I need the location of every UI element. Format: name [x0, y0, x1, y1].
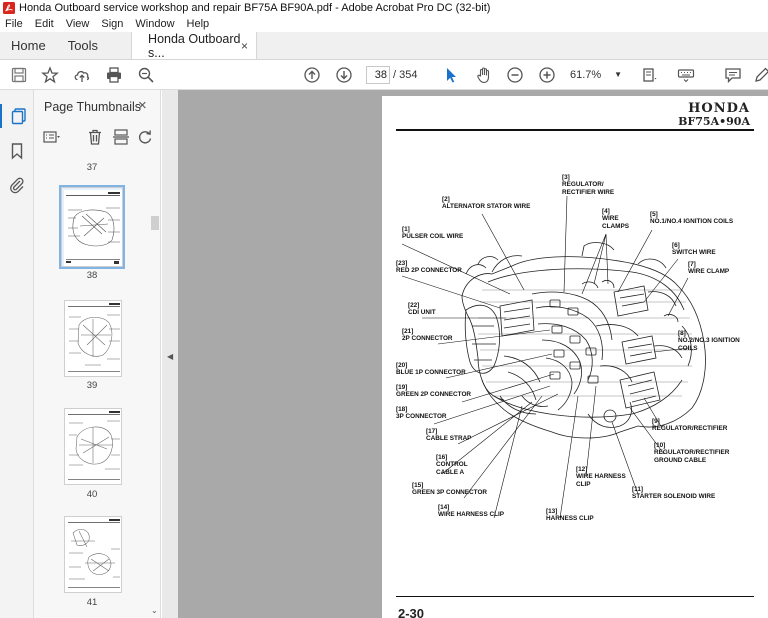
- insert-page-icon[interactable]: [112, 128, 130, 146]
- menu-bar: File Edit View Sign Window Help: [0, 16, 768, 32]
- scroll-down-icon[interactable]: ⌄: [151, 606, 158, 615]
- navigation-rail: [0, 90, 34, 618]
- select-cursor-icon[interactable]: [441, 65, 461, 85]
- callout-label: [13] HARNESS CLIP: [546, 508, 594, 523]
- callout-label: [12] WIRE HARNESS CLIP: [576, 466, 626, 488]
- callout-label: [10] REGULATOR/RECTIFIER GROUND CABLE: [654, 442, 730, 464]
- delete-page-icon[interactable]: [86, 128, 104, 146]
- menu-edit[interactable]: Edit: [29, 18, 60, 30]
- thumbnail-page-label: 40: [86, 489, 98, 500]
- tab-home[interactable]: Home: [0, 32, 57, 59]
- thumbnails-panel: Page Thumbnails × 37 38 39 40 41 ⌄: [34, 90, 161, 618]
- page-number-input[interactable]: 38: [366, 66, 390, 84]
- toolbar: 38 / 354 61.7% ▼: [0, 60, 768, 90]
- page-display-icon[interactable]: [640, 65, 660, 85]
- thumbnail-image: [64, 190, 122, 266]
- thumbnail-options-icon[interactable]: [42, 128, 60, 146]
- callout-label: [7] WIRE CLAMP: [688, 261, 730, 276]
- callout-label: [23] RED 2P CONNECTOR: [396, 260, 462, 275]
- print-icon[interactable]: [104, 65, 124, 85]
- page-thumbnails-icon: [11, 108, 26, 125]
- footer-rule: [396, 596, 754, 597]
- window-title: Honda Outboard service workshop and repa…: [19, 2, 491, 14]
- scrollbar-thumb[interactable]: [151, 216, 159, 230]
- callout-label: [17] CABLE STRAP: [426, 428, 472, 443]
- thumbnail-page-label: 41: [86, 597, 98, 608]
- thumbnail-page-label: 39: [86, 380, 98, 391]
- acrobat-logo-icon: [3, 2, 15, 14]
- thumbnail-page-38[interactable]: [59, 185, 125, 269]
- zoom-search-icon[interactable]: [136, 65, 156, 85]
- thumbnail-page-label: 37: [86, 162, 98, 173]
- callout-label: [3] REGULATOR/ RECTIFIER WIRE: [562, 174, 615, 196]
- panel-title: Page Thumbnails: [44, 100, 142, 114]
- callout-label: [22] CDI UNIT: [408, 302, 436, 317]
- callout-label: [19] GREEN 2P CONNECTOR: [396, 384, 472, 399]
- next-page-icon[interactable]: [334, 65, 354, 85]
- menu-window[interactable]: Window: [129, 18, 180, 30]
- menu-file[interactable]: File: [0, 18, 29, 30]
- previous-page-icon[interactable]: [302, 65, 322, 85]
- menu-sign[interactable]: Sign: [95, 18, 129, 30]
- attachments-rail-button[interactable]: [8, 176, 26, 194]
- thumbnail-image: [68, 519, 120, 588]
- title-bar: Honda Outboard service workshop and repa…: [0, 0, 768, 16]
- callout-label: [18] 3P CONNECTOR: [396, 406, 447, 421]
- callout-label: [8] NO.2/NO.3 IGNITION COILS: [678, 330, 740, 352]
- page-thumbnails-rail-button[interactable]: [0, 104, 34, 128]
- callout-label: [2] ALTERNATOR STATOR WIRE: [442, 196, 531, 211]
- zoom-level-select[interactable]: 61.7% ▼: [570, 66, 624, 84]
- bookmark-icon: [11, 143, 23, 160]
- bookmark-star-icon[interactable]: [40, 65, 60, 85]
- upload-cloud-icon[interactable]: [72, 65, 92, 85]
- keyboard-icon[interactable]: [676, 65, 696, 85]
- thumbnail-page-41[interactable]: [64, 516, 122, 593]
- zoom-level-value: 61.7%: [570, 69, 602, 81]
- callout-label: [1] PULSER COIL WIRE: [402, 226, 464, 241]
- callout-label: [6] SWITCH WIRE: [672, 242, 716, 257]
- tab-tools[interactable]: Tools: [57, 32, 109, 59]
- tab-bar: Home Tools Honda Outboard s... ×: [0, 32, 768, 60]
- page-total: / 354: [393, 69, 418, 81]
- thumbnail-page-39[interactable]: [64, 300, 122, 377]
- callout-label: [20] BLUE 1P CONNECTOR: [396, 362, 466, 377]
- panel-close-button[interactable]: ×: [138, 97, 147, 114]
- callout-label: [11] STARTER SOLENOID WIRE: [632, 486, 716, 501]
- panel-toolbar: [34, 124, 161, 150]
- callout-label: [21] 2P CONNECTOR: [402, 328, 453, 343]
- thumbnail-page-label: 38: [86, 270, 98, 281]
- hand-tool-icon[interactable]: [474, 65, 494, 85]
- tab-document[interactable]: Honda Outboard s... ×: [131, 31, 258, 60]
- paperclip-icon: [10, 177, 24, 194]
- thumbnail-page-40[interactable]: [64, 408, 122, 485]
- callout-label: [9] REGULATOR/RECTIFIER: [652, 418, 728, 433]
- thumbnail-image: [68, 411, 120, 480]
- pdf-page: HONDA BF75A•90A [3] REGULATOR/ RECTIFIER…: [382, 96, 768, 618]
- pen-sign-icon[interactable]: [752, 65, 768, 85]
- menu-help[interactable]: Help: [181, 18, 216, 30]
- menu-view[interactable]: View: [60, 18, 96, 30]
- tab-close-button[interactable]: ×: [241, 39, 248, 53]
- callout-label: [15] GREEN 3P CONNECTOR: [412, 482, 488, 497]
- callout-label: [16] CONTROL CABLE A: [436, 454, 468, 476]
- rotate-page-icon[interactable]: [136, 128, 154, 146]
- callout-label: [4] WIRE CLAMPS: [602, 208, 629, 230]
- callout-label: [14] WIRE HARNESS CLIP: [438, 504, 505, 519]
- save-icon[interactable]: [9, 65, 29, 85]
- chevron-down-icon: ▼: [614, 70, 622, 79]
- tab-document-label: Honda Outboard s...: [148, 31, 241, 60]
- zoom-in-icon[interactable]: [537, 65, 557, 85]
- collapse-arrow-icon: ◀: [167, 352, 174, 361]
- comment-icon[interactable]: [723, 65, 743, 85]
- thumbnail-image: [68, 303, 120, 372]
- zoom-out-icon[interactable]: [505, 65, 525, 85]
- callout-label: [5] NO.1/NO.4 IGNITION COILS: [650, 211, 734, 226]
- thumbnails-scrollbar[interactable]: ⌄: [150, 150, 159, 618]
- panel-collapse-handle[interactable]: ◀: [162, 90, 178, 618]
- page-footer-number: 2-30: [398, 606, 425, 618]
- document-view[interactable]: HONDA BF75A•90A [3] REGULATOR/ RECTIFIER…: [178, 90, 768, 618]
- bookmarks-rail-button[interactable]: [8, 142, 26, 160]
